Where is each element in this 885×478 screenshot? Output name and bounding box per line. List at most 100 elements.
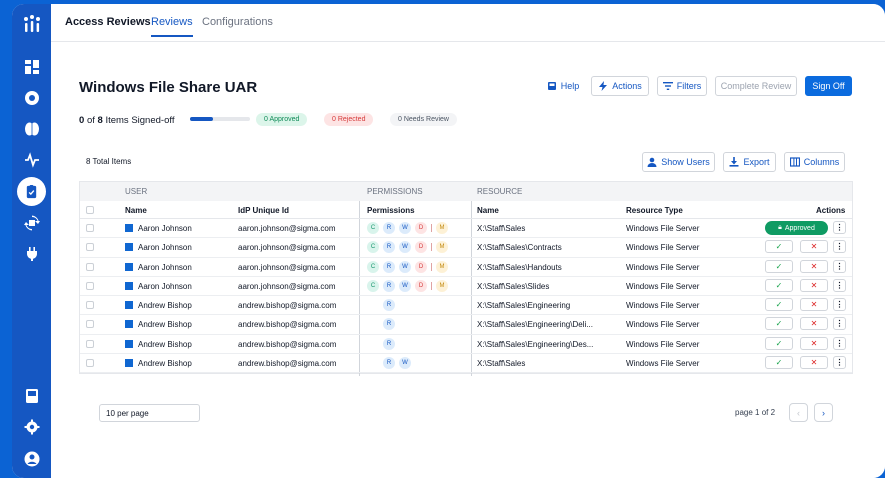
dashboard-icon[interactable] bbox=[23, 58, 41, 76]
tab-reviews[interactable]: Reviews bbox=[151, 16, 193, 37]
col-resource-type[interactable]: Resource Type bbox=[626, 206, 683, 215]
show-users-button[interactable]: Show Users bbox=[642, 152, 715, 172]
filters-button[interactable]: Filters bbox=[657, 76, 707, 96]
approve-button[interactable]: ✓ bbox=[765, 317, 793, 331]
approve-button[interactable]: ✓ bbox=[765, 259, 793, 273]
col-resource-name[interactable]: Name bbox=[477, 206, 499, 215]
table-row[interactable]: Aaron Johnson aaron.johnson@sigma.com CR… bbox=[80, 219, 852, 239]
reject-button[interactable]: ✕ bbox=[800, 240, 828, 254]
tab-access-reviews[interactable]: Access Reviews bbox=[65, 16, 151, 28]
aperture-icon[interactable] bbox=[23, 89, 41, 107]
more-options-icon[interactable]: ⋮ bbox=[833, 356, 846, 370]
more-options-icon[interactable]: ⋮ bbox=[833, 240, 846, 254]
permission-separator bbox=[431, 262, 432, 271]
row-checkbox[interactable] bbox=[86, 262, 94, 271]
more-options-icon[interactable]: ⋮ bbox=[833, 317, 846, 331]
per-page-select[interactable]: 10 per page bbox=[99, 404, 200, 422]
user-idp: aaron.johnson@sigma.com bbox=[238, 262, 336, 272]
table-row[interactable]: Aaron Johnson aaron.johnson@sigma.com CR… bbox=[80, 238, 852, 258]
col-idp[interactable]: IdP Unique Id bbox=[238, 206, 289, 215]
user-name: Aaron Johnson bbox=[138, 243, 192, 253]
approved-status-badge[interactable]: 🔒︎ Approved bbox=[765, 221, 828, 235]
permission-chips: R bbox=[383, 318, 395, 331]
table-row[interactable]: Andrew Bishop andrew.bishop@sigma.com R … bbox=[80, 315, 852, 335]
reject-button[interactable]: ✕ bbox=[800, 278, 828, 292]
sidebar bbox=[12, 4, 51, 478]
columns-icon bbox=[789, 157, 800, 167]
permission-chip-C: C bbox=[367, 260, 379, 273]
sign-off-label: Sign Off bbox=[812, 81, 845, 91]
approve-button[interactable]: ✓ bbox=[765, 240, 793, 254]
permission-chip-D: D bbox=[415, 222, 427, 234]
sign-off-button[interactable]: Sign Off bbox=[805, 76, 852, 96]
user-name: Andrew Bishop bbox=[138, 320, 192, 330]
row-checkbox[interactable] bbox=[86, 281, 94, 290]
table-row[interactable]: Andrew Bishop andrew.bishop@sigma.com R … bbox=[80, 335, 852, 355]
plug-icon[interactable] bbox=[23, 245, 41, 263]
row-checkbox[interactable] bbox=[86, 339, 94, 348]
reject-button[interactable]: ✕ bbox=[800, 259, 828, 273]
permission-chip-D: D bbox=[415, 260, 427, 273]
select-all-checkbox[interactable] bbox=[86, 206, 94, 214]
check-icon: ✓ bbox=[775, 280, 783, 290]
row-checkbox[interactable] bbox=[86, 301, 94, 310]
user-profile-icon[interactable] bbox=[23, 450, 41, 468]
export-button[interactable]: Export bbox=[723, 152, 776, 172]
row-checkbox[interactable] bbox=[86, 243, 94, 252]
more-options-icon[interactable]: ⋮ bbox=[833, 221, 846, 234]
approve-button[interactable]: ✓ bbox=[765, 336, 793, 350]
columns-button[interactable]: Columns bbox=[784, 152, 845, 172]
table-row[interactable]: Andrew Bishop andrew.bishop@sigma.com R … bbox=[80, 296, 852, 316]
complete-review-label: Complete Review bbox=[720, 81, 792, 91]
brain-icon[interactable] bbox=[23, 120, 41, 138]
permission-chip-M: M bbox=[436, 260, 448, 273]
resource-name: X:\Staff\Sales bbox=[477, 359, 526, 369]
close-icon: ✕ bbox=[810, 300, 818, 310]
more-options-icon[interactable]: ⋮ bbox=[833, 278, 846, 292]
approve-button[interactable]: ✓ bbox=[765, 356, 793, 370]
table-row[interactable]: Andrew Bishop andrew.bishop@sigma.com RW… bbox=[80, 354, 852, 374]
user-avatar-icon bbox=[125, 339, 133, 348]
permission-chip-R: R bbox=[383, 241, 395, 254]
help-button[interactable]: Help bbox=[542, 76, 584, 96]
row-checkbox[interactable] bbox=[86, 320, 94, 329]
more-options-icon[interactable]: ⋮ bbox=[833, 259, 846, 273]
sync-icon[interactable] bbox=[23, 214, 41, 232]
previous-page-button[interactable]: ‹ bbox=[789, 403, 808, 422]
actions-button[interactable]: Actions bbox=[591, 76, 649, 96]
check-icon: ✓ bbox=[775, 319, 783, 329]
reject-button[interactable]: ✕ bbox=[800, 356, 828, 370]
resource-name: X:\Staff\Sales\Engineering\Des... bbox=[477, 339, 594, 349]
col-permissions[interactable]: Permissions bbox=[367, 206, 415, 215]
book-icon[interactable] bbox=[23, 387, 41, 405]
row-checkbox[interactable] bbox=[86, 224, 94, 232]
page-title: Windows File Share UAR bbox=[79, 79, 258, 96]
download-icon bbox=[729, 157, 739, 167]
reviews-nav-icon[interactable] bbox=[17, 177, 46, 206]
complete-review-button[interactable]: Complete Review bbox=[715, 76, 797, 96]
approve-button[interactable]: ✓ bbox=[765, 298, 793, 312]
approve-button[interactable]: ✓ bbox=[765, 278, 793, 292]
permission-chip-M: M bbox=[436, 279, 448, 292]
table-row[interactable]: Aaron Johnson aaron.johnson@sigma.com CR… bbox=[80, 258, 852, 277]
check-icon: ✓ bbox=[775, 300, 783, 310]
tab-configurations[interactable]: Configurations bbox=[202, 16, 273, 28]
page-info: page 1 of 2 bbox=[735, 408, 776, 417]
rejected-count-badge: 0 Rejected bbox=[324, 113, 374, 126]
table-row[interactable]: Aaron Johnson aaron.johnson@sigma.com CR… bbox=[80, 277, 852, 297]
next-page-button[interactable]: › bbox=[814, 403, 833, 422]
row-checkbox[interactable] bbox=[86, 359, 94, 368]
col-name[interactable]: Name bbox=[125, 206, 147, 215]
reject-button[interactable]: ✕ bbox=[800, 336, 828, 350]
permission-chip-R: R bbox=[383, 318, 395, 331]
permission-chip-R: R bbox=[383, 279, 395, 292]
group-permissions: PERMISSIONS bbox=[367, 187, 423, 196]
more-options-icon[interactable]: ⋮ bbox=[833, 336, 846, 350]
reject-button[interactable]: ✕ bbox=[800, 298, 828, 312]
settings-gear-icon[interactable] bbox=[23, 418, 41, 436]
resource-type: Windows File Server bbox=[626, 320, 700, 330]
reject-button[interactable]: ✕ bbox=[800, 317, 828, 331]
activity-icon[interactable] bbox=[23, 151, 41, 169]
lightning-icon bbox=[599, 81, 608, 91]
more-options-icon[interactable]: ⋮ bbox=[833, 298, 846, 312]
